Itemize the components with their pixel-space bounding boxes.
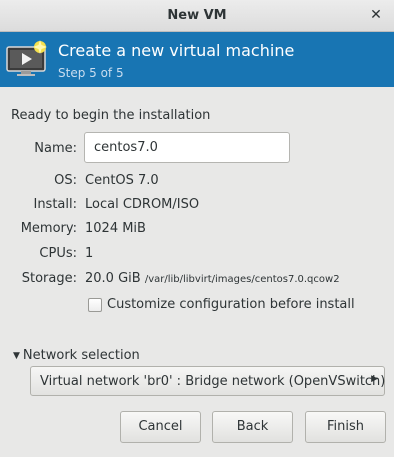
close-icon[interactable]: ✕ <box>366 5 386 25</box>
memory-label: Memory: <box>20 221 77 236</box>
os-label: OS: <box>54 173 77 188</box>
install-label: Install: <box>33 197 77 212</box>
title-bar: New VM ✕ <box>0 0 394 32</box>
cpus-label: CPUs: <box>39 246 77 261</box>
cpus-value: 1 <box>85 246 94 261</box>
network-selection-label: Network selection <box>22 348 140 363</box>
network-combo[interactable]: Virtual network 'br0' : Bridge network (… <box>30 366 385 396</box>
combo-arrow-icon: ▶ <box>371 374 378 384</box>
network-combo-value: Virtual network 'br0' : Bridge network (… <box>40 374 386 389</box>
name-input[interactable]: centos7.0 <box>84 132 290 163</box>
monitor-play-icon <box>6 40 47 76</box>
memory-value: 1024 MiB <box>85 221 146 236</box>
install-value: Local CDROM/ISO <box>85 197 200 212</box>
name-label: Name: <box>34 141 77 156</box>
step-indicator: Step 5 of 5 <box>58 66 124 80</box>
header-banner: Create a new virtual machine Step 5 of 5 <box>0 32 394 87</box>
storage-value: 20.0 GiB /var/lib/libvirt/images/centos7… <box>85 271 340 286</box>
window-title: New VM <box>167 8 227 23</box>
expander-arrow-icon: ▼ <box>13 351 20 361</box>
cancel-button[interactable]: Cancel <box>120 411 201 443</box>
section-heading: Ready to begin the installation <box>11 108 211 123</box>
storage-label: Storage: <box>21 271 77 286</box>
banner-title: Create a new virtual machine <box>58 41 295 60</box>
back-button[interactable]: Back <box>212 411 293 443</box>
finish-button[interactable]: Finish <box>305 411 386 443</box>
os-value: CentOS 7.0 <box>85 173 159 188</box>
customize-label[interactable]: Customize configuration before install <box>107 297 355 312</box>
customize-checkbox[interactable] <box>88 298 102 312</box>
storage-path: /var/lib/libvirt/images/centos7.0.qcow2 <box>144 274 340 285</box>
storage-size: 20.0 GiB <box>85 271 141 286</box>
network-selection-expander[interactable]: ▼ Network selection <box>13 348 140 363</box>
